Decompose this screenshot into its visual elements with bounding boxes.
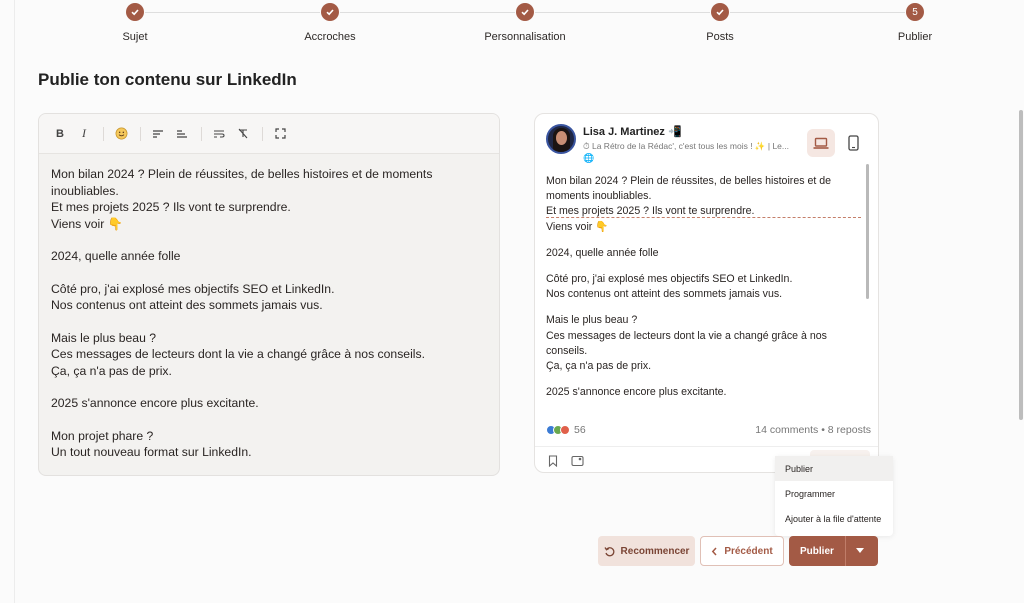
media-icon[interactable]: [570, 454, 584, 468]
fullscreen-icon[interactable]: [269, 123, 291, 145]
check-icon: [321, 3, 339, 21]
step-personnalisation[interactable]: Personnalisation: [455, 3, 595, 43]
preview-paragraph: Côté pro, j'ai explosé mes objectifs SEO…: [546, 273, 793, 301]
editor-paragraph: 2025 s'annonce encore plus excitante.: [51, 396, 259, 410]
post-editor[interactable]: B I Mon bilan 2024 ? Plein de réussites,…: [38, 113, 500, 476]
author-name: Lisa J. Martinez 📲: [583, 126, 682, 138]
mobile-preview-button[interactable]: [839, 129, 867, 157]
previous-label: Précédent: [724, 545, 773, 557]
editor-paragraph: Côté pro, j'ai explosé mes objectifs SEO…: [51, 281, 335, 313]
italic-icon[interactable]: I: [73, 123, 95, 145]
editor-paragraph: 2024, quelle année folle: [51, 249, 181, 263]
bold-icon[interactable]: B: [49, 123, 71, 145]
desktop-preview-button[interactable]: [807, 129, 835, 157]
step-publier[interactable]: 5 Publier: [845, 3, 985, 43]
step-label: Posts: [706, 31, 734, 43]
toolbar-divider: [140, 126, 141, 141]
see-more-cutoff-line: [546, 217, 861, 218]
laptop-icon: [813, 137, 829, 149]
page-scrollbar[interactable]: [1018, 110, 1024, 420]
page-scrollbar-thumb[interactable]: [1019, 110, 1023, 420]
previous-button[interactable]: Précédent: [700, 536, 784, 566]
linkedin-preview: Lisa J. Martinez 📲 ⏱ La Rétro de la Réda…: [534, 113, 879, 473]
publish-button[interactable]: Publier: [789, 536, 878, 566]
globe-icon: 🌐: [583, 153, 595, 163]
align-short-icon[interactable]: [171, 123, 193, 145]
step-label: Accroches: [304, 31, 356, 43]
left-panel-border: [14, 0, 15, 603]
author-avatar: [546, 124, 576, 154]
restart-button[interactable]: Recommencer: [598, 536, 695, 566]
editor-content[interactable]: Mon bilan 2024 ? Plein de réussites, de …: [39, 154, 499, 475]
post-stats: 56 14 comments • 8 reposts: [546, 424, 871, 436]
preview-scrollbar[interactable]: [866, 164, 869, 299]
clear-format-icon[interactable]: [232, 123, 254, 145]
menu-item-publier[interactable]: Publier: [775, 456, 893, 481]
preview-post-text: Mon bilan 2024 ? Plein de réussites, de …: [546, 174, 861, 411]
author-subtitle: ⏱ La Rétro de la Rédac', c'est tous les …: [583, 141, 789, 151]
editor-toolbar: B I: [39, 114, 499, 154]
menu-item-queue[interactable]: Ajouter à la file d'attente: [775, 506, 893, 531]
toolbar-divider: [201, 126, 202, 141]
publish-split-divider: [845, 536, 846, 566]
toolbar-divider: [262, 126, 263, 141]
chevron-left-icon: [712, 546, 717, 556]
progress-stepper: Sujet Accroches Personnalisation Posts 5…: [0, 0, 1024, 50]
page-title: Publie ton contenu sur LinkedIn: [38, 70, 297, 89]
phone-icon: [847, 135, 859, 151]
restart-label: Recommencer: [620, 545, 690, 557]
editor-paragraph: Mon bilan 2024 ? Plein de réussites, de …: [51, 167, 433, 231]
reactions: 56: [546, 424, 586, 436]
step-label: Personnalisation: [484, 31, 566, 43]
publish-label: Publier: [800, 545, 834, 557]
love-reaction-icon: [560, 425, 570, 435]
restart-icon: [603, 546, 614, 556]
align-left-icon[interactable]: [147, 123, 169, 145]
preview-line: Mon bilan 2024 ? Plein de réussites, de …: [546, 175, 832, 203]
step-number: 5: [906, 3, 924, 21]
reactions-count: 56: [574, 424, 586, 436]
toolbar-divider: [103, 126, 104, 141]
editor-paragraph: Mais le plus beau ? Ces messages de lect…: [51, 330, 425, 378]
publish-options-menu: Publier Programmer Ajouter à la file d'a…: [775, 456, 893, 536]
step-sujet[interactable]: Sujet: [65, 3, 205, 43]
check-icon: [516, 3, 534, 21]
step-label: Publier: [897, 31, 933, 43]
engagement-summary: 14 comments • 8 reposts: [755, 424, 871, 436]
step-posts[interactable]: Posts: [650, 3, 790, 43]
check-icon: [711, 3, 729, 21]
menu-item-programmer[interactable]: Programmer: [775, 481, 893, 506]
editor-paragraph: Mon projet phare ? Un tout nouveau forma…: [51, 428, 252, 460]
check-icon: [126, 3, 144, 21]
chevron-down-icon[interactable]: [856, 548, 864, 553]
wrap-text-icon[interactable]: [208, 123, 230, 145]
preview-paragraph: Mais le plus beau ? Ces messages de lect…: [546, 314, 827, 373]
preview-paragraph: 2024, quelle année folle: [546, 246, 659, 259]
emoji-icon[interactable]: [110, 123, 132, 145]
preview-see-more-line: Viens voir 👇: [546, 220, 609, 233]
step-label: Sujet: [122, 31, 148, 43]
step-accroches[interactable]: Accroches: [260, 3, 400, 43]
bookmark-icon[interactable]: [546, 454, 560, 468]
preview-paragraph: 2025 s'annonce encore plus excitante.: [546, 386, 727, 399]
